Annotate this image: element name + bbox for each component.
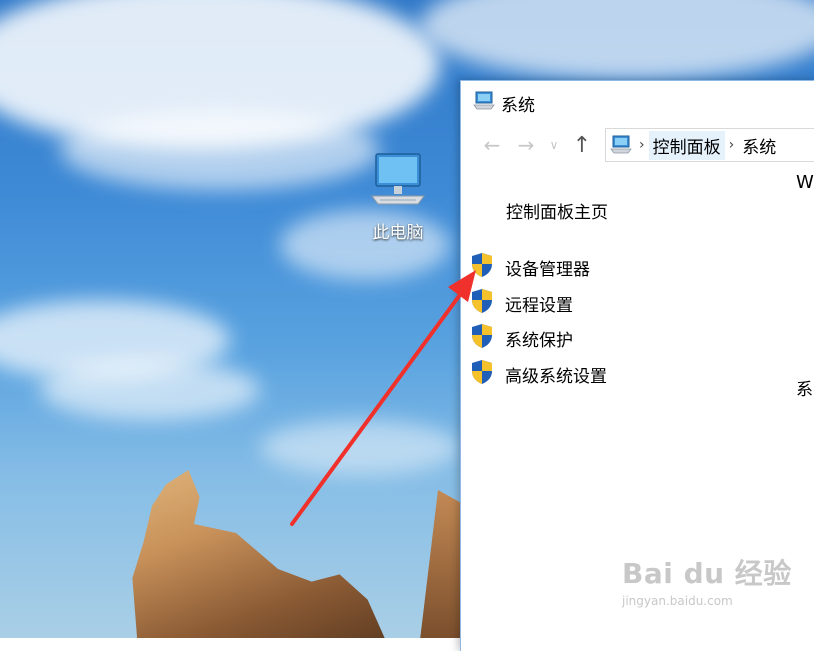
baidu-logo: Bai du 经验 (622, 557, 792, 590)
baidu-watermark: Bai du 经验 jingyan.baidu.com (622, 552, 792, 608)
annotation-arrow (290, 270, 476, 526)
watermark-url: jingyan.baidu.com (622, 594, 733, 608)
